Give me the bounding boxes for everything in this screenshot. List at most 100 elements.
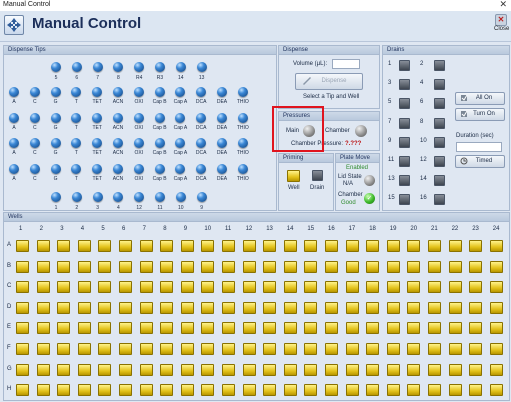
well-button[interactable] [345,301,359,314]
well-button[interactable] [448,281,462,294]
well-button[interactable] [180,322,194,335]
well-button[interactable] [201,281,215,294]
well-button[interactable] [242,240,256,252]
well-button[interactable] [325,343,338,355]
volume-input[interactable] [332,59,360,69]
well-button[interactable] [160,363,174,376]
well-button[interactable] [448,260,462,273]
well-button[interactable] [407,343,421,355]
well-button[interactable] [304,363,318,376]
well-button[interactable] [263,301,277,314]
well-button[interactable] [263,384,277,397]
drain-toggle[interactable] [434,136,445,148]
well-button[interactable] [283,281,297,294]
tip-button[interactable] [113,87,123,97]
tip-button[interactable] [175,62,186,72]
tip-button[interactable] [237,163,248,174]
well-button[interactable] [366,240,380,252]
tip-button[interactable] [217,138,227,148]
well-button[interactable] [201,260,215,273]
tip-button[interactable] [134,62,145,72]
well-button[interactable] [366,281,380,294]
drain-toggle[interactable] [434,79,445,91]
tip-button[interactable] [133,163,144,174]
tip-button[interactable] [175,138,186,148]
well-button[interactable] [16,363,29,376]
well-button[interactable] [180,260,194,273]
well-button[interactable] [407,301,421,314]
well-button[interactable] [489,322,503,335]
tip-button[interactable] [217,87,227,97]
well-button[interactable] [201,343,215,355]
well-button[interactable] [489,384,503,397]
tip-button[interactable] [155,62,165,72]
tip-button[interactable] [196,87,207,97]
well-button[interactable] [119,281,132,294]
well-button[interactable] [16,260,29,273]
tip-button[interactable] [196,163,207,174]
well-button[interactable] [242,260,256,273]
well-button[interactable] [77,301,91,314]
well-button[interactable] [448,363,462,376]
tip-button[interactable] [71,192,82,202]
tip-button[interactable] [50,163,61,174]
well-button[interactable] [283,363,297,376]
well-button[interactable] [304,322,318,335]
tip-button[interactable] [113,112,123,123]
well-button[interactable] [139,240,153,252]
well-button[interactable] [448,240,462,252]
well-button[interactable] [345,322,359,335]
tip-button[interactable] [71,87,82,97]
tip-button[interactable] [92,87,103,97]
well-button[interactable] [57,301,71,314]
well-button[interactable] [36,240,50,252]
tip-button[interactable] [9,138,19,148]
well-button[interactable] [325,322,338,335]
well-button[interactable] [469,363,483,376]
well-button[interactable] [98,240,112,252]
well-button[interactable] [428,343,441,355]
well-button[interactable] [304,260,318,273]
well-button[interactable] [428,322,441,335]
well-button[interactable] [119,240,132,252]
well-button[interactable] [160,260,174,273]
tip-button[interactable] [196,62,207,72]
well-button[interactable] [304,281,318,294]
well-button[interactable] [98,384,112,397]
well-button[interactable] [386,384,400,397]
timed-button[interactable]: Timed [455,155,505,168]
well-button[interactable] [345,260,359,273]
well-button[interactable] [242,363,256,376]
tip-button[interactable] [92,62,103,72]
well-button[interactable] [119,301,132,314]
well-button[interactable] [366,322,380,335]
well-button[interactable] [448,301,462,314]
tip-button[interactable] [71,62,82,72]
well-button[interactable] [325,260,338,273]
well-button[interactable] [98,343,112,355]
well-button[interactable] [242,322,256,335]
well-button[interactable] [222,384,235,397]
well-button[interactable] [283,301,297,314]
well-button[interactable] [304,240,318,252]
well-button[interactable] [263,363,277,376]
well-button[interactable] [345,363,359,376]
well-button[interactable] [180,343,194,355]
drain-toggle[interactable] [399,175,410,187]
well-button[interactable] [469,240,483,252]
well-button[interactable] [36,260,50,273]
well-button[interactable] [36,363,50,376]
well-button[interactable] [489,260,503,273]
well-button[interactable] [325,301,338,314]
well-button[interactable] [77,322,91,335]
well-button[interactable] [283,322,297,335]
well-button[interactable] [119,384,132,397]
well-button[interactable] [242,343,256,355]
well-button[interactable] [201,384,215,397]
well-button[interactable] [98,322,112,335]
tip-button[interactable] [113,138,123,148]
all-on-button[interactable]: All On [455,92,505,105]
well-button[interactable] [160,384,174,397]
well-button[interactable] [386,281,400,294]
well-button[interactable] [407,322,421,335]
